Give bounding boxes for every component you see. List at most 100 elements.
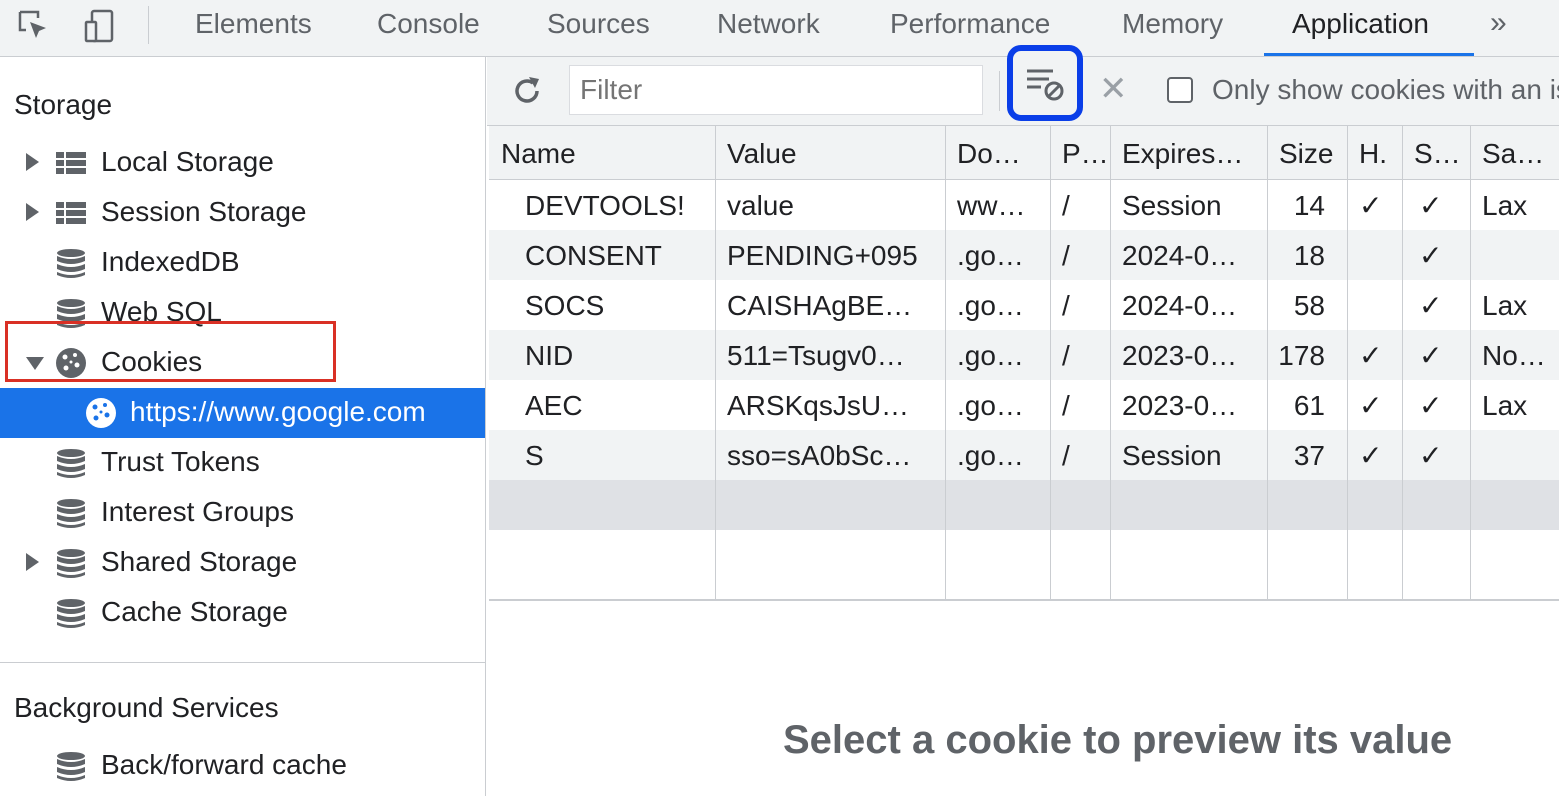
- tab-sources[interactable]: Sources: [547, 0, 650, 56]
- sidebar-item-google-cookies[interactable]: https://www.google.com: [0, 388, 485, 438]
- column-header-samesite[interactable]: Sa…: [1482, 126, 1557, 176]
- cell-httponly: ✓: [1359, 340, 1383, 371]
- sidebar-item-local-storage[interactable]: Local Storage: [0, 138, 485, 188]
- cell-size: 18: [1293, 240, 1325, 271]
- database-icon: [57, 599, 85, 628]
- expand-arrow-icon[interactable]: [26, 153, 39, 171]
- cell-name: NID: [525, 340, 574, 371]
- sidebar-item-indexeddb[interactable]: IndexedDB: [0, 238, 485, 288]
- column-divider: [1267, 126, 1268, 599]
- cell-value: ARSKqsJsU…: [727, 390, 910, 421]
- tab-memory[interactable]: Memory: [1122, 0, 1223, 56]
- expand-arrow-icon[interactable]: [26, 553, 39, 571]
- sidebar-item-session-storage[interactable]: Session Storage: [0, 188, 485, 238]
- cell-name: DEVTOOLS!: [525, 190, 685, 221]
- cell-expires: 2024-0…: [1122, 290, 1238, 321]
- cell-httponly: ✓: [1359, 390, 1383, 421]
- cell-path: /: [1062, 340, 1070, 371]
- column-header-value[interactable]: Value: [727, 126, 937, 176]
- cell-size: 37: [1293, 440, 1325, 471]
- only-issues-label: Only show cookies with an issue: [1212, 74, 1559, 105]
- clear-all-icon[interactable]: ✕: [1099, 69, 1128, 109]
- more-tabs-icon[interactable]: »: [1490, 0, 1507, 46]
- tab-console[interactable]: Console: [377, 0, 480, 56]
- sidebar-item-label: Local Storage: [101, 146, 274, 177]
- tab-network[interactable]: Network: [717, 0, 820, 56]
- cell-secure: ✓: [1419, 240, 1443, 271]
- sidebar-item-shared-storage[interactable]: Shared Storage: [0, 538, 485, 588]
- sidebar-divider: [0, 662, 485, 663]
- sidebar-item-label: Shared Storage: [101, 546, 298, 577]
- table-row[interactable]: NID 511=Tsugv0… .go… / 2023-0… 178 ✓ ✓ No…: [489, 330, 1559, 380]
- cell-domain: ww…: [957, 190, 1026, 221]
- cell-value: 511=Tsugv0…: [727, 340, 905, 371]
- tab-elements[interactable]: Elements: [195, 0, 312, 56]
- cell-expires: 2024-0…: [1122, 240, 1238, 271]
- column-header-path[interactable]: P…: [1062, 126, 1112, 176]
- cell-secure: ✓: [1419, 340, 1443, 371]
- cookies-table: Name Value Do… P… Expires… Size H. S… Sa…: [489, 126, 1559, 601]
- clear-filtered-cookies-button[interactable]: [1007, 45, 1083, 121]
- toolbar-separator: [999, 71, 1000, 111]
- table-header-row: Name Value Do… P… Expires… Size H. S… Sa…: [489, 126, 1559, 180]
- column-divider: [1347, 126, 1348, 599]
- sidebar-item-back-forward-cache[interactable]: Back/forward cache: [0, 741, 485, 791]
- application-sidebar: Storage Local Storage Session Storage In…: [0, 57, 486, 796]
- cell-size: 61: [1293, 390, 1325, 421]
- cell-secure: ✓: [1419, 290, 1443, 321]
- active-tab-indicator: [1264, 53, 1474, 56]
- sidebar-item-trust-tokens[interactable]: Trust Tokens: [0, 438, 485, 488]
- cookie-preview-placeholder: Select a cookie to preview its value: [783, 718, 1453, 762]
- only-issues-checkbox[interactable]: [1167, 77, 1193, 103]
- refresh-icon[interactable]: [509, 73, 545, 109]
- column-header-size[interactable]: Size: [1279, 126, 1339, 176]
- cell-value: sso=sA0bSc…: [727, 440, 912, 471]
- device-toolbar-icon[interactable]: [80, 6, 120, 46]
- background-services-title: Background Services: [14, 692, 279, 723]
- tab-application[interactable]: Application: [1292, 0, 1429, 56]
- cell-httponly: [1359, 230, 1399, 280]
- column-header-expires[interactable]: Expires…: [1122, 126, 1262, 176]
- cell-expires: Session: [1122, 190, 1222, 221]
- cell-size: 14: [1293, 190, 1325, 221]
- storage-section-title: Storage: [14, 89, 113, 120]
- sidebar-item-label: IndexedDB: [101, 246, 240, 277]
- expand-arrow-icon[interactable]: [26, 203, 39, 221]
- filter-input[interactable]: [569, 65, 983, 115]
- cell-httponly: ✓: [1359, 190, 1383, 221]
- column-header-domain[interactable]: Do…: [957, 126, 1047, 176]
- cell-value: CAISHAgBE…: [727, 290, 913, 321]
- cell-name: AEC: [525, 390, 583, 421]
- devtools-tab-bar: Elements Console Sources Network Perform…: [0, 0, 1559, 57]
- column-header-secure[interactable]: S…: [1414, 126, 1464, 176]
- cell-path: /: [1062, 390, 1070, 421]
- toolbar-separator: [148, 6, 149, 44]
- column-divider: [1470, 126, 1471, 599]
- column-divider: [1402, 126, 1403, 599]
- table-row[interactable]: Ssso=sA0bSc… .go… / Session 37 ✓ ✓: [489, 430, 1559, 480]
- cell-path: /: [1062, 240, 1070, 271]
- cell-httponly: ✓: [1359, 440, 1383, 471]
- cell-expires: 2023-0…: [1122, 340, 1238, 371]
- cell-name: S: [525, 440, 544, 471]
- cell-path: /: [1062, 440, 1070, 471]
- inspect-element-icon[interactable]: [14, 6, 54, 46]
- cookies-highlight-box: [5, 321, 336, 382]
- cell-samesite: [1482, 230, 1557, 280]
- cell-secure: ✓: [1419, 390, 1443, 421]
- table-row[interactable]: DEVTOOLS! value ww… / Session 14 ✓ ✓ Lax: [489, 180, 1559, 230]
- cell-domain: .go…: [957, 340, 1024, 371]
- sidebar-item-label: https://www.google.com: [130, 396, 426, 427]
- cell-name: CONSENT: [525, 240, 662, 271]
- table-row[interactable]: CONSENT PENDING+095 .go… / 2024-0… 18 ✓: [489, 230, 1559, 280]
- table-row[interactable]: SOCS CAISHAgBE… .go… / 2024-0… 58 ✓ Lax: [489, 280, 1559, 330]
- column-divider: [945, 126, 946, 599]
- cell-samesite: Lax: [1482, 290, 1528, 321]
- column-header-httponly[interactable]: H.: [1359, 126, 1399, 176]
- column-header-name[interactable]: Name: [501, 126, 711, 176]
- cell-name: SOCS: [525, 290, 605, 321]
- sidebar-item-interest-groups[interactable]: Interest Groups: [0, 488, 485, 538]
- table-row[interactable]: AEC ARSKqsJsU… .go… / 2023-0… 61 ✓ ✓ Lax: [489, 380, 1559, 430]
- sidebar-item-cache-storage[interactable]: Cache Storage: [0, 588, 485, 638]
- sidebar-item-label: Cache Storage: [101, 596, 288, 627]
